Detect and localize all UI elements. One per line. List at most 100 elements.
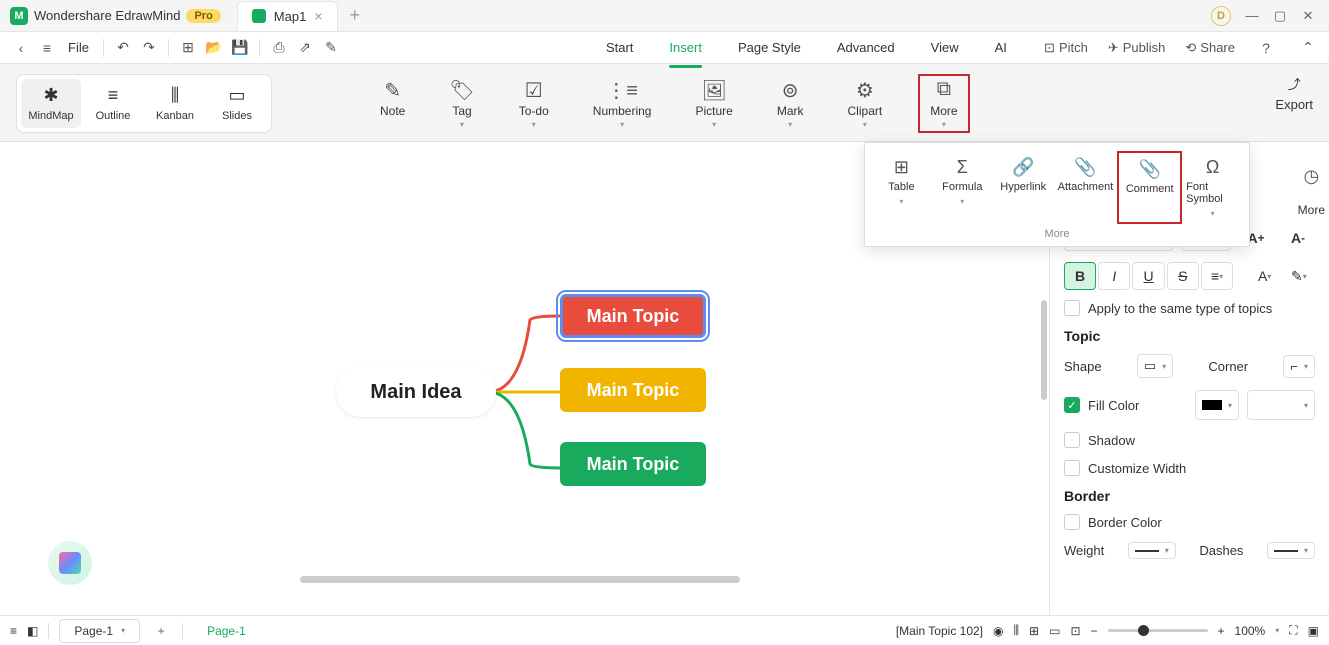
vertical-scrollbar[interactable] — [1041, 300, 1047, 400]
insert-todo[interactable]: ☑To-do▾ — [511, 74, 557, 133]
print-icon[interactable]: ⎙ — [268, 37, 290, 59]
underline-button[interactable]: U — [1132, 262, 1164, 290]
slides-icon: ▭ — [228, 85, 245, 106]
history-icon[interactable]: ◷ — [1303, 166, 1319, 187]
tab-page-style[interactable]: Page Style — [738, 34, 801, 61]
tab-insert[interactable]: Insert — [669, 34, 702, 61]
outline-toggle-icon[interactable]: ≡ — [10, 624, 17, 638]
fit-icon[interactable]: ▣ — [1308, 624, 1319, 638]
border-color-checkbox[interactable]: Border Color — [1064, 514, 1315, 530]
app-logo-icon: M — [10, 7, 28, 25]
insert-tag[interactable]: 🏷Tag▾ — [441, 74, 482, 133]
tab-advanced[interactable]: Advanced — [837, 34, 895, 61]
font-color-button[interactable]: A▾ — [1249, 262, 1281, 290]
bold-button[interactable]: B — [1064, 262, 1096, 290]
node-topic-1[interactable]: Main Topic — [560, 294, 706, 338]
fullscreen-icon[interactable]: ⛶ — [1289, 623, 1297, 638]
more-label[interactable]: More — [1298, 203, 1325, 217]
tab-ai[interactable]: AI — [995, 34, 1007, 61]
weight-select[interactable]: ▾ — [1128, 542, 1176, 559]
more-attachment[interactable]: 📎Attachment — [1054, 151, 1118, 224]
zoom-slider[interactable] — [1108, 629, 1208, 632]
attachment-icon: 📎 — [1074, 157, 1096, 177]
shadow-checkbox[interactable]: Shadow — [1064, 432, 1315, 448]
insert-picture[interactable]: 🖼Picture▾ — [687, 74, 740, 133]
share-icon[interactable]: ⇗ — [294, 37, 316, 59]
maximize-icon[interactable]: ▢ — [1273, 9, 1287, 23]
insert-more[interactable]: ⧉More▾ — [918, 74, 969, 133]
document-tab[interactable]: Map1 × — [237, 1, 338, 31]
share-button[interactable]: ⟲Share — [1185, 40, 1235, 56]
status-icon-5[interactable]: ⊡ — [1070, 624, 1080, 638]
redo-icon[interactable]: ↷ — [138, 37, 160, 59]
more-comment[interactable]: 📎Comment — [1117, 151, 1182, 224]
panel-toggle-icon[interactable]: ◧ — [27, 624, 38, 638]
more-formula[interactable]: ΣFormula▾ — [932, 151, 993, 224]
open-icon[interactable]: 📂 — [203, 37, 225, 59]
align-button[interactable]: ≡▾ — [1201, 262, 1233, 290]
font-decrease-button[interactable]: A- — [1281, 224, 1315, 252]
add-tab-button[interactable]: + — [350, 5, 361, 26]
shape-label: Shape — [1064, 359, 1102, 374]
tab-start[interactable]: Start — [606, 34, 633, 61]
page-select[interactable]: Page-1▾ — [59, 619, 140, 643]
save-icon[interactable]: 💾 — [229, 37, 251, 59]
doc-title: Map1 — [274, 9, 307, 24]
insert-mark[interactable]: ⊚Mark▾ — [769, 74, 812, 133]
insert-clipart[interactable]: ⚙Clipart▾ — [840, 74, 891, 133]
status-icon-2[interactable]: ⫼ — [1014, 623, 1020, 638]
node-topic-2[interactable]: Main Topic — [560, 368, 706, 412]
dashes-select[interactable]: ▾ — [1267, 542, 1315, 559]
corner-select[interactable]: ⌐▾ — [1283, 355, 1315, 378]
collapse-ribbon-icon[interactable]: ⌃ — [1297, 37, 1319, 59]
more-hyperlink[interactable]: 🔗Hyperlink — [993, 151, 1054, 224]
user-avatar[interactable]: D — [1211, 6, 1231, 26]
close-tab-icon[interactable]: × — [314, 8, 322, 24]
back-icon[interactable]: ‹ — [10, 37, 32, 59]
undo-icon[interactable]: ↶ — [112, 37, 134, 59]
close-window-icon[interactable]: ✕ — [1301, 9, 1315, 23]
status-icon-1[interactable]: ◉ — [993, 624, 1003, 638]
fill-pattern-select[interactable]: ▾ — [1195, 390, 1239, 420]
add-page-button[interactable]: + — [150, 620, 172, 642]
active-page-label[interactable]: Page-1 — [207, 624, 246, 638]
highlight-button[interactable]: ✎▾ — [1283, 262, 1315, 290]
ai-fab-button[interactable] — [48, 541, 92, 585]
zoom-value[interactable]: 100% — [1235, 624, 1266, 638]
fill-color-checkbox[interactable]: ✓Fill Color — [1064, 397, 1139, 413]
status-icon-3[interactable]: ⊞ — [1029, 624, 1039, 638]
export-button[interactable]: ⤴Export — [1275, 74, 1313, 112]
minimize-icon[interactable]: — — [1245, 9, 1259, 23]
view-mindmap[interactable]: ✱MindMap — [21, 79, 81, 128]
shape-select[interactable]: ▭▾ — [1137, 354, 1173, 378]
edit-icon[interactable]: ✎ — [320, 37, 342, 59]
app-name: Wondershare EdrawMind — [34, 8, 180, 23]
new-icon[interactable]: ⊞ — [177, 37, 199, 59]
horizontal-scrollbar[interactable] — [300, 576, 740, 583]
zoom-in-button[interactable]: + — [1218, 624, 1225, 638]
italic-button[interactable]: I — [1098, 262, 1130, 290]
more-table[interactable]: ⊞Table▾ — [871, 151, 932, 224]
more-fontsymbol[interactable]: ΩFont Symbol▾ — [1182, 151, 1243, 224]
todo-icon: ☑ — [525, 78, 543, 100]
insert-note[interactable]: ✎Note — [372, 74, 413, 133]
view-kanban[interactable]: ⫼Kanban — [145, 79, 205, 128]
help-icon[interactable]: ? — [1255, 37, 1277, 59]
apply-same-checkbox[interactable]: Apply to the same type of topics — [1064, 300, 1315, 316]
view-outline[interactable]: ≡Outline — [83, 79, 143, 128]
pitch-button[interactable]: ⊡Pitch — [1044, 40, 1088, 56]
ai-fab-icon — [59, 552, 81, 574]
publish-button[interactable]: ✈Publish — [1108, 40, 1166, 56]
node-topic-3[interactable]: Main Topic — [560, 442, 706, 486]
strike-button[interactable]: S — [1167, 262, 1199, 290]
view-slides[interactable]: ▭Slides — [207, 79, 267, 128]
customize-width-checkbox[interactable]: Customize Width — [1064, 460, 1315, 476]
insert-numbering[interactable]: ⋮≡Numbering▾ — [585, 74, 660, 133]
status-icon-4[interactable]: ▭ — [1049, 624, 1060, 638]
zoom-out-button[interactable]: − — [1091, 624, 1098, 638]
fill-color-select[interactable]: ▾ — [1247, 390, 1315, 420]
file-menu[interactable]: File — [68, 40, 89, 55]
tab-view[interactable]: View — [931, 34, 959, 61]
menu-icon[interactable]: ≡ — [36, 37, 58, 59]
node-main-idea[interactable]: Main Idea — [336, 367, 496, 417]
